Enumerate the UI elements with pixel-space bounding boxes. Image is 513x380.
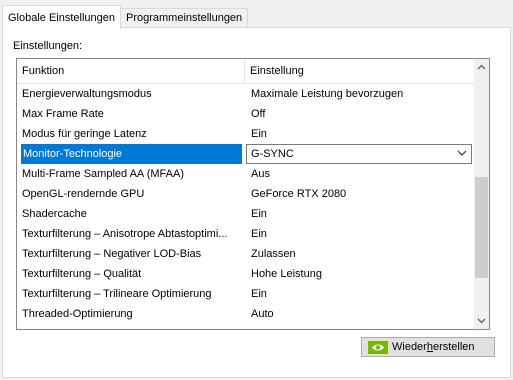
row-setting-value: Ein <box>251 228 267 240</box>
column-header-function[interactable]: Funktion <box>17 59 245 83</box>
row-setting-value: Off <box>251 108 266 120</box>
settings-list: Funktion Einstellung Energieverwaltungsm… <box>16 58 490 330</box>
setting-combobox[interactable]: G-SYNC <box>246 144 472 164</box>
vertical-scrollbar[interactable] <box>474 59 489 329</box>
row-setting-value: Auto <box>251 308 274 320</box>
table-row[interactable]: Texturfilterung – Anisotrope Abtastoptim… <box>17 224 474 244</box>
scrollbar-thumb[interactable] <box>475 177 488 278</box>
scroll-up-button[interactable] <box>474 59 489 76</box>
tab-program-settings[interactable]: Programmeinstellungen <box>120 8 249 27</box>
row-function-name: Modus für geringe Latenz <box>22 128 147 140</box>
arrow-up-icon <box>477 64 486 70</box>
list-header: Funktion Einstellung <box>17 59 474 84</box>
settings-label: Einstellungen: <box>13 40 83 52</box>
restore-button[interactable]: Wiederherstellen <box>361 337 495 357</box>
table-row[interactable]: OpenGL-rendernde GPU GeForce RTX 2080 <box>17 184 474 204</box>
row-setting-value: Aus <box>251 168 270 180</box>
row-setting-value: Ein <box>251 288 267 300</box>
table-row[interactable]: Texturfilterung – Trilineare Optimierung… <box>17 284 474 304</box>
table-row[interactable]: Energieverwaltungsmodus Maximale Leistung… <box>17 84 474 104</box>
row-function-name: OpenGL-rendernde GPU <box>22 188 145 200</box>
row-function-name: Energieverwaltungsmodus <box>22 88 152 100</box>
table-row[interactable]: Threaded-Optimierung Auto <box>17 304 474 324</box>
restore-button-label: Wiederherstellen <box>392 341 475 353</box>
row-function-name: Texturfilterung – Anisotrope Abtastoptim… <box>22 228 228 240</box>
table-row[interactable]: Texturfilterung – Negativer LOD-Bias Zula… <box>17 244 474 264</box>
chevron-down-icon[interactable] <box>457 148 467 158</box>
row-setting-value: Zulassen <box>251 248 296 260</box>
row-function-name: Shadercache <box>22 208 87 220</box>
row-function-name: Texturfilterung – Trilineare Optimierung <box>22 288 212 300</box>
row-setting-value: Ein <box>251 208 267 220</box>
combobox-value: G-SYNC <box>251 148 294 160</box>
table-row[interactable]: Max Frame Rate Off <box>17 104 474 124</box>
row-setting-value: Hohe Leistung <box>251 268 322 280</box>
column-header-setting[interactable]: Einstellung <box>245 59 474 83</box>
row-function-name: Multi-Frame Sampled AA (MFAA) <box>22 168 184 180</box>
row-function-name: Texturfilterung – Negativer LOD-Bias <box>22 248 202 260</box>
row-function-name: Monitor-Technologie <box>21 144 242 164</box>
row-setting-value: GeForce RTX 2080 <box>251 188 347 200</box>
nvidia-logo-icon <box>368 341 388 354</box>
tab-global-settings[interactable]: Globale Einstellungen <box>2 5 122 29</box>
row-function-name: Max Frame Rate <box>22 108 104 120</box>
table-row[interactable]: Multi-Frame Sampled AA (MFAA) Aus <box>17 164 474 184</box>
scroll-down-button[interactable] <box>474 312 489 329</box>
row-function-name: Texturfilterung – Qualität <box>22 268 142 280</box>
table-row[interactable]: Monitor-Technologie G-SYNC <box>17 144 474 164</box>
table-row[interactable]: Texturfilterung – Qualität Hohe Leistung <box>17 264 474 284</box>
row-function-name: Threaded-Optimierung <box>22 308 133 320</box>
row-setting-value: Maximale Leistung bevorzugen <box>251 88 404 100</box>
settings-rows: Energieverwaltungsmodus Maximale Leistung… <box>17 84 474 324</box>
arrow-down-icon <box>477 318 486 324</box>
table-row[interactable]: Modus für geringe Latenz Ein <box>17 124 474 144</box>
table-row[interactable]: Shadercache Ein <box>17 204 474 224</box>
row-setting-value: Ein <box>251 128 267 140</box>
